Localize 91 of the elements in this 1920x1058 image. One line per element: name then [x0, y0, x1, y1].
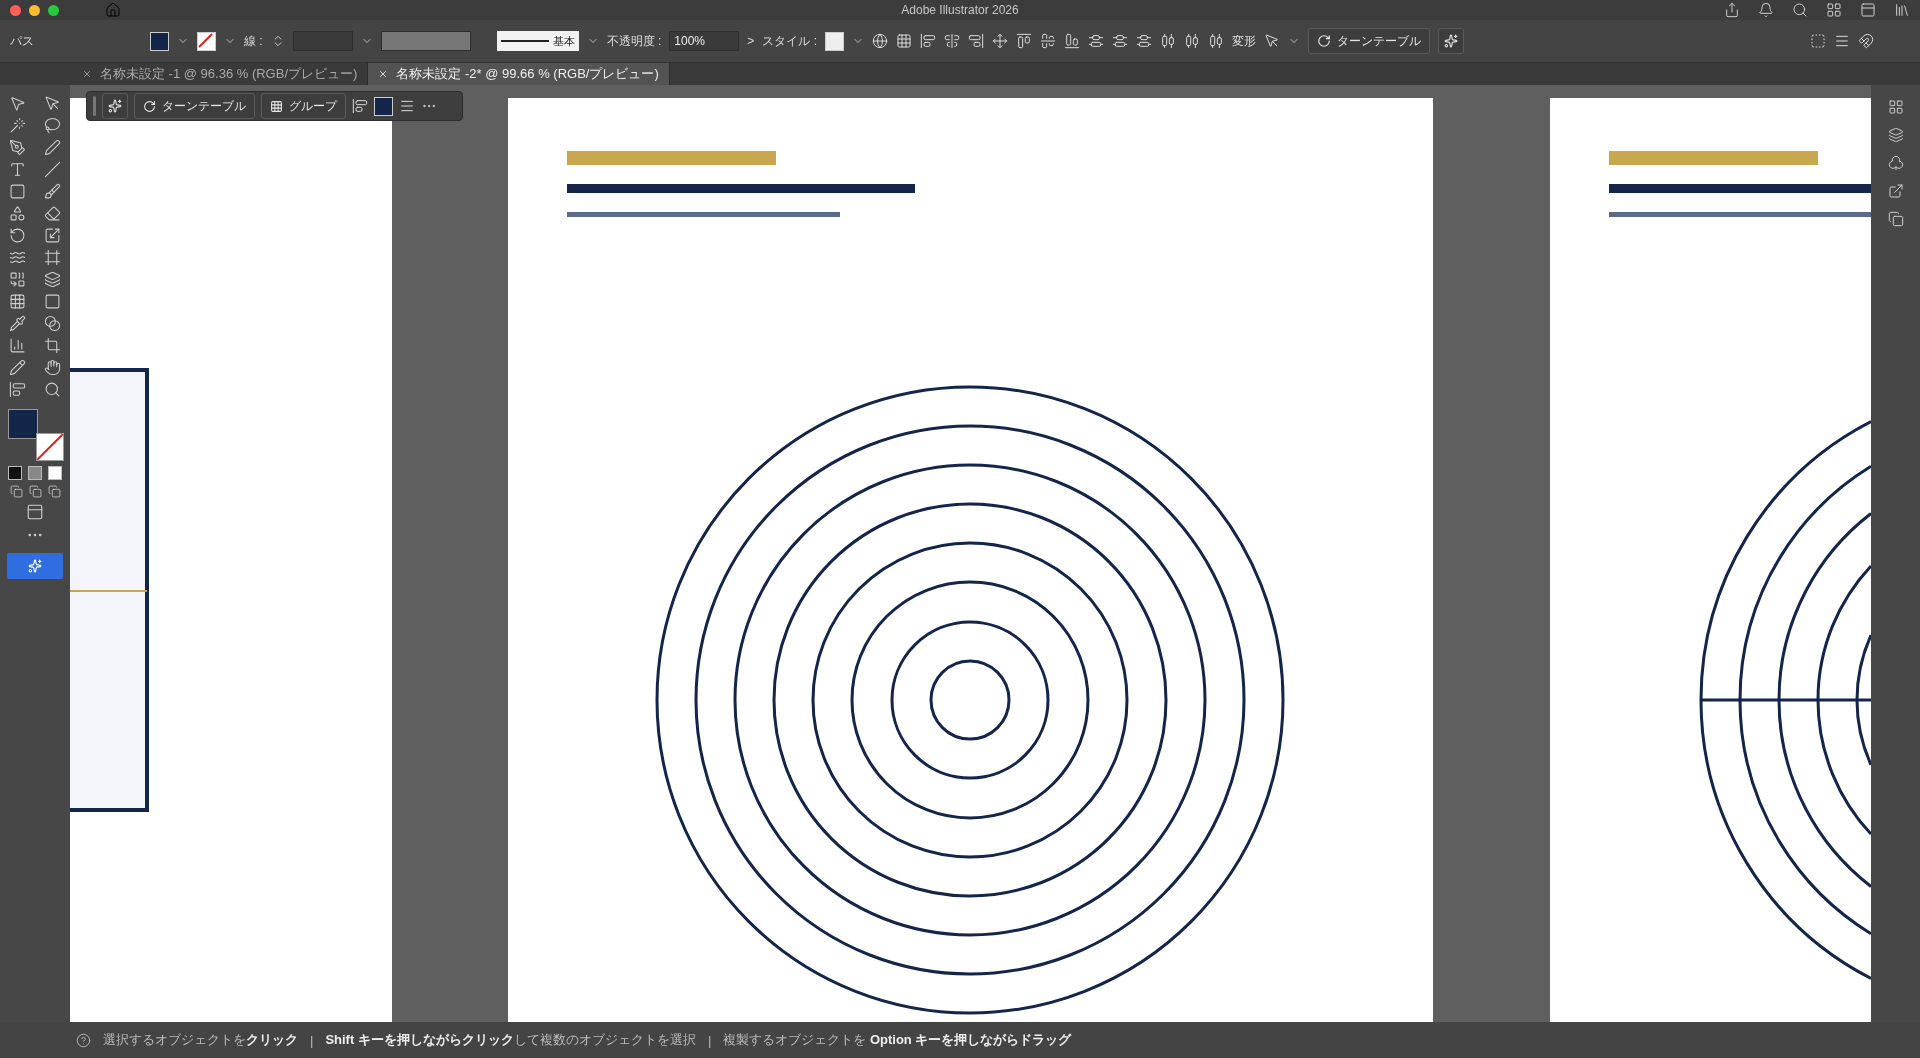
fill-swatch[interactable]: [150, 31, 169, 51]
align-middle-icon[interactable]: [1040, 33, 1057, 49]
sparkle-icon: [28, 559, 42, 573]
zoom-window-button[interactable]: [48, 4, 59, 16]
grid-icon: [270, 99, 283, 113]
eyedropper-icon[interactable]: [9, 315, 26, 332]
status-hint: Shift キーを押しながらクリックして複数のオブジェクトを選択: [325, 1031, 696, 1049]
window-title: Adobe Illustrator 2026: [901, 3, 1019, 17]
close-icon[interactable]: [378, 69, 389, 79]
notification-icon[interactable]: [1758, 2, 1774, 18]
close-icon[interactable]: [82, 69, 92, 79]
style-label: スタイル :: [762, 32, 818, 50]
close-window-button[interactable]: [10, 4, 21, 16]
distribute-right-icon[interactable]: [1208, 33, 1225, 49]
magic-wand-icon[interactable]: [9, 117, 26, 134]
group-button[interactable]: グループ: [261, 93, 346, 119]
separator: |: [310, 1032, 314, 1048]
mesh-tool-icon[interactable]: [9, 293, 26, 310]
workspace-icon[interactable]: [1826, 2, 1842, 18]
grid-icon[interactable]: [896, 33, 913, 49]
selection-type-label: パス: [10, 32, 34, 50]
selection-tool-icon[interactable]: [9, 95, 26, 112]
align-top-icon[interactable]: [1016, 33, 1033, 49]
snap-icon[interactable]: [1858, 33, 1875, 49]
separator: |: [707, 1032, 712, 1048]
stroke-color-swatch[interactable]: [36, 433, 64, 461]
layers-icon[interactable]: [1887, 127, 1904, 143]
stroke-options-icon[interactable]: [399, 98, 415, 114]
status-hint: 選択するオブジェクトをクリック: [103, 1031, 298, 1049]
line-tool-icon[interactable]: [44, 161, 61, 178]
stroke-label: 線 :: [244, 32, 263, 50]
panel-menu-icon[interactable]: [1834, 33, 1851, 49]
distribute-top-icon[interactable]: [1088, 33, 1105, 49]
properties-icon[interactable]: [1887, 99, 1904, 115]
scale-tool-icon[interactable]: [44, 227, 61, 244]
blend-tool-icon[interactable]: [44, 315, 61, 332]
hand-tool-icon[interactable]: [44, 359, 61, 376]
turntable-button[interactable]: ターンテーブル: [134, 93, 255, 119]
curvature-pen-icon[interactable]: [44, 139, 61, 156]
help-icon[interactable]: [76, 1032, 91, 1048]
opacity-arrow[interactable]: >: [747, 34, 755, 48]
lasso-icon[interactable]: [44, 117, 61, 134]
stroke-swatch[interactable]: [197, 31, 216, 51]
pencil-icon[interactable]: [9, 359, 26, 376]
transform-label[interactable]: 変形: [1232, 32, 1257, 50]
type-tool-icon[interactable]: [9, 161, 26, 178]
pen-tool-icon[interactable]: [9, 139, 26, 156]
distribute-bottom-icon[interactable]: [1136, 33, 1153, 49]
opacity-field[interactable]: 100%: [669, 31, 740, 51]
align-icon[interactable]: [352, 98, 368, 114]
sparkle-button[interactable]: [102, 93, 128, 119]
libraries-icon[interactable]: [1894, 2, 1910, 18]
screen-mode-icon[interactable]: [26, 503, 44, 521]
direct-selection-tool-icon[interactable]: [44, 95, 61, 112]
distribute-middle-icon[interactable]: [1112, 33, 1129, 49]
export-icon[interactable]: [1887, 183, 1904, 199]
rotate-icon: [1317, 34, 1332, 48]
align-right-icon[interactable]: [968, 33, 985, 49]
align-tool-icon[interactable]: [9, 381, 26, 398]
turntable-button[interactable]: ターンテーブル: [1308, 28, 1431, 54]
distribute-center-icon[interactable]: [1184, 33, 1201, 49]
status-hint: 複製するオブジェクトを Option キーを押しながらドラッグ: [723, 1031, 1072, 1049]
pointer-icon[interactable]: [1264, 33, 1281, 49]
document-tab[interactable]: 名称未設定 -2* @ 99.66 % (RGB/プレビュー): [368, 63, 670, 85]
share-icon[interactable]: [1724, 2, 1740, 18]
align-center-icon[interactable]: [944, 33, 961, 49]
graph-tool-icon[interactable]: [9, 337, 26, 354]
stroke-profile-field[interactable]: 基本: [496, 31, 579, 51]
opacity-label: 不透明度 :: [606, 32, 662, 50]
variable-width-field[interactable]: [380, 31, 471, 51]
search-icon[interactable]: [1792, 2, 1808, 18]
zoom-tool-icon[interactable]: [44, 381, 61, 398]
generative-tool-button[interactable]: [7, 553, 63, 579]
rectangle-tool-icon[interactable]: [9, 183, 26, 200]
minimize-window-button[interactable]: [29, 4, 40, 16]
distribute-left-icon[interactable]: [1160, 33, 1177, 49]
align-bottom-icon[interactable]: [1064, 33, 1081, 49]
rotate-icon: [143, 99, 156, 113]
artboard-tool-icon[interactable]: [44, 337, 61, 354]
sparkle-icon: [1444, 34, 1459, 48]
fill-swatch[interactable]: [374, 96, 393, 116]
warp-tool-icon[interactable]: [9, 249, 26, 266]
brush-icon[interactable]: [44, 183, 61, 200]
fill-color-swatch[interactable]: [8, 409, 38, 439]
style-swatch[interactable]: [825, 31, 845, 51]
align-left-icon[interactable]: [920, 33, 937, 49]
shaper-tool-icon[interactable]: [9, 205, 26, 222]
rotate-tool-icon[interactable]: [9, 227, 26, 244]
eraser-icon[interactable]: [44, 205, 61, 222]
sparkle-icon: [108, 99, 122, 113]
sparkle-button[interactable]: [1438, 28, 1465, 54]
